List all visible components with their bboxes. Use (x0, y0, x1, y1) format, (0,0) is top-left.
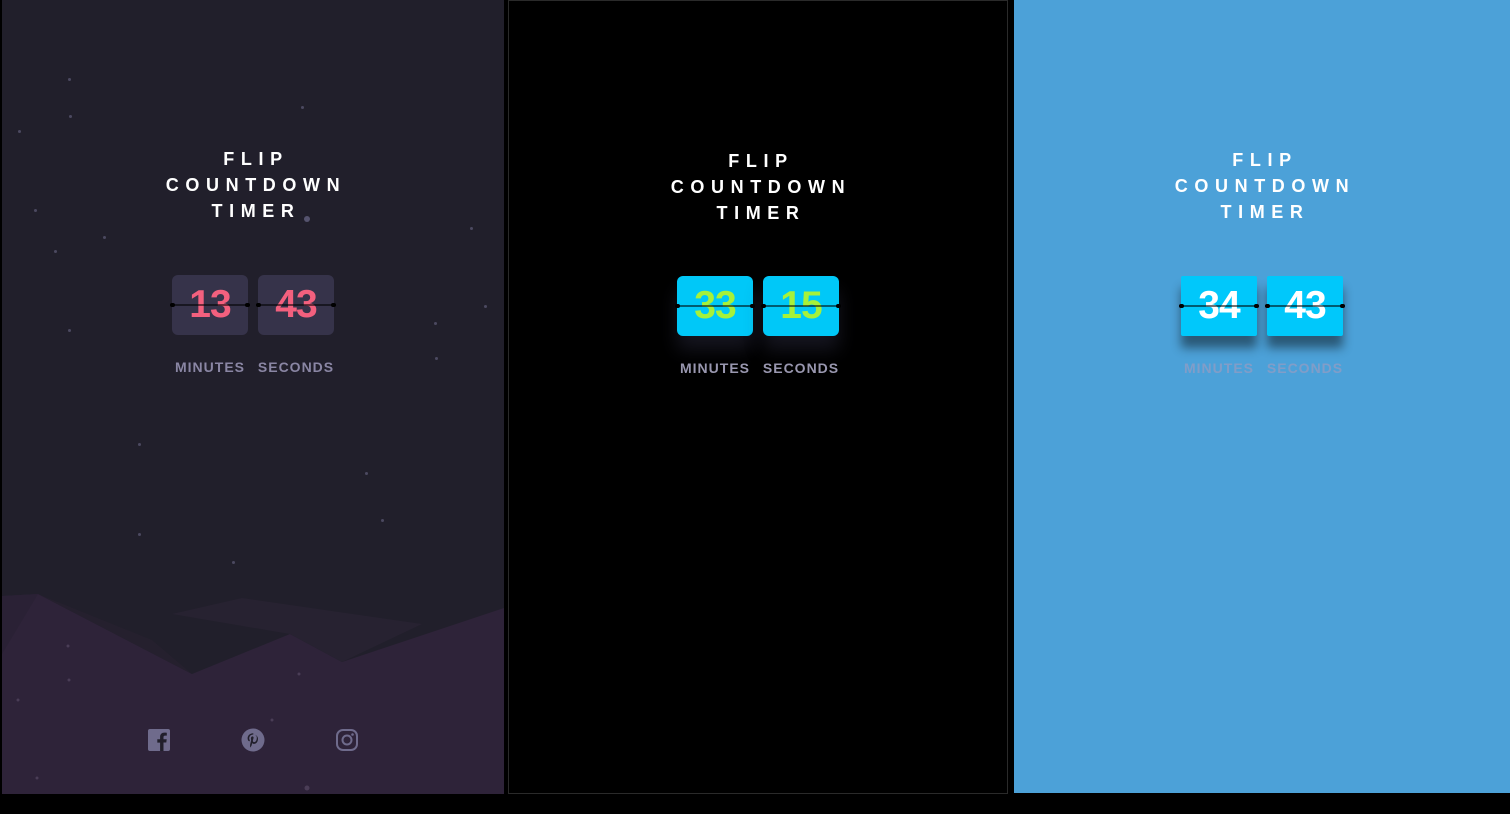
minutes-label: MINUTES (680, 360, 750, 376)
title-line: TIMER (211, 201, 301, 221)
instagram-icon[interactable] (335, 728, 359, 752)
seconds-label: SECONDS (762, 360, 840, 376)
minutes-flip-card: 13 (170, 275, 250, 335)
seconds-unit: 15 SECONDS (761, 276, 841, 376)
star (138, 443, 141, 446)
seconds-flip-card: 43 (256, 275, 336, 335)
card-divider (256, 303, 336, 307)
minutes-unit: 13 MINUTES (170, 275, 250, 375)
card-divider (675, 304, 755, 308)
mountains-illustration (2, 594, 504, 794)
star (301, 106, 304, 109)
card-divider (1265, 304, 1345, 308)
seconds-unit: 43 SECONDS (1265, 276, 1345, 376)
countdown-clock: 13 MINUTES 43 SECONDS (2, 275, 504, 375)
star (103, 236, 106, 239)
title-line: TIMER (716, 203, 806, 223)
card-divider (1179, 304, 1259, 308)
minutes-unit: 33 MINUTES (675, 276, 755, 376)
card-divider (170, 303, 250, 307)
seconds-flip-card: 43 (1265, 276, 1345, 336)
countdown-clock: 34 MINUTES 43 SECONDS (1014, 276, 1510, 376)
minutes-label: MINUTES (1184, 360, 1254, 376)
seconds-label: SECONDS (1266, 360, 1344, 376)
star (232, 561, 235, 564)
seconds-flip-card: 15 (761, 276, 841, 336)
title-line: FLIP (728, 151, 794, 171)
app-title: FLIP COUNTDOWN TIMER (1014, 147, 1510, 225)
social-links (2, 728, 504, 752)
title-line: COUNTDOWN (670, 177, 852, 197)
star (18, 130, 21, 133)
pinterest-icon[interactable] (241, 728, 265, 752)
star (381, 519, 384, 522)
screenshot-stage: FLIP COUNTDOWN TIMER 13 MINUTES 43 SECON… (0, 0, 1510, 814)
seconds-label: SECONDS (257, 359, 335, 375)
timer-panel-night: FLIP COUNTDOWN TIMER 13 MINUTES 43 SECON… (2, 0, 504, 794)
title-line: COUNTDOWN (165, 175, 347, 195)
facebook-icon[interactable] (147, 728, 171, 752)
star (365, 472, 368, 475)
countdown-clock: 33 MINUTES 15 SECONDS (509, 276, 1007, 376)
app-title: FLIP COUNTDOWN TIMER (509, 148, 1007, 226)
title-line: FLIP (1232, 150, 1298, 170)
timer-panel-black: FLIP COUNTDOWN TIMER 33 MINUTES 15 SECON… (508, 0, 1008, 794)
minutes-flip-card: 34 (1179, 276, 1259, 336)
title-line: FLIP (223, 149, 289, 169)
timer-panel-blue: FLIP COUNTDOWN TIMER 34 MINUTES 43 SECON… (1014, 0, 1510, 793)
seconds-unit: 43 SECONDS (256, 275, 336, 375)
title-line: TIMER (1220, 202, 1310, 222)
app-title: FLIP COUNTDOWN TIMER (2, 146, 504, 224)
star (470, 227, 473, 230)
card-divider (761, 304, 841, 308)
title-line: COUNTDOWN (1174, 176, 1356, 196)
minutes-unit: 34 MINUTES (1179, 276, 1259, 376)
star (68, 78, 71, 81)
star (54, 250, 57, 253)
minutes-flip-card: 33 (675, 276, 755, 336)
star (69, 115, 72, 118)
minutes-label: MINUTES (175, 359, 245, 375)
star (138, 533, 141, 536)
